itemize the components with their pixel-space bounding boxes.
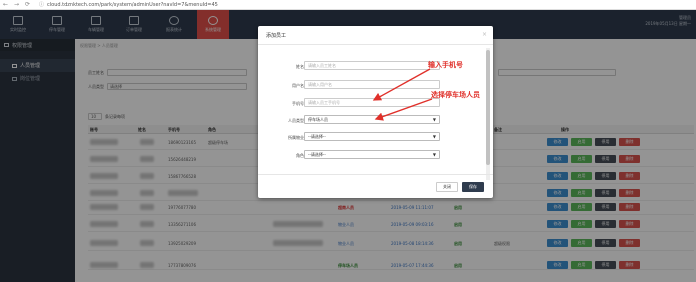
role-label: 角色: [296, 153, 304, 158]
close-icon[interactable]: ×: [482, 31, 487, 38]
phone-label: 手机号: [292, 101, 304, 106]
url-text[interactable]: cloud.tdznktech.com/park/system/adminUse…: [47, 2, 218, 8]
info-icon[interactable]: ⓘ: [39, 1, 44, 8]
username-label: 用户名: [292, 83, 304, 88]
staff-type-label: 人员类型: [288, 118, 304, 123]
role-value: --请选择--: [308, 152, 326, 157]
close-button[interactable]: 关闭: [436, 182, 458, 192]
caret-down-icon: ▼: [432, 152, 436, 157]
modal-backdrop-sidebar[interactable]: [0, 39, 75, 282]
save-button[interactable]: 保存: [462, 182, 484, 192]
dialog-divider: [258, 44, 493, 45]
dialog-scrollbar-thumb[interactable]: [486, 50, 490, 165]
role-select[interactable]: --请选择-- ▼: [304, 150, 440, 159]
caret-down-icon: ▼: [432, 134, 436, 139]
property-label: 所属物业: [288, 135, 304, 140]
reload-icon[interactable]: ⟳: [25, 1, 33, 8]
annotation-arrows: [372, 68, 433, 121]
dialog-title: 添加员工: [266, 33, 287, 39]
browser-url-bar[interactable]: ← → ⟳ ⓘ cloud.tdznktech.com/park/system/…: [0, 0, 696, 10]
forward-icon[interactable]: →: [14, 1, 22, 8]
property-select[interactable]: --请选择-- ▼: [304, 132, 440, 141]
annotation-arrow-type: [374, 98, 433, 121]
property-value: --请选择--: [308, 134, 326, 139]
staff-type-value: 停车场人员: [308, 117, 328, 122]
dialog-footer-divider: [258, 174, 493, 175]
back-icon[interactable]: ←: [3, 1, 11, 8]
name-label: 姓名: [296, 64, 304, 69]
annotation-arrow-phone: [372, 68, 431, 101]
